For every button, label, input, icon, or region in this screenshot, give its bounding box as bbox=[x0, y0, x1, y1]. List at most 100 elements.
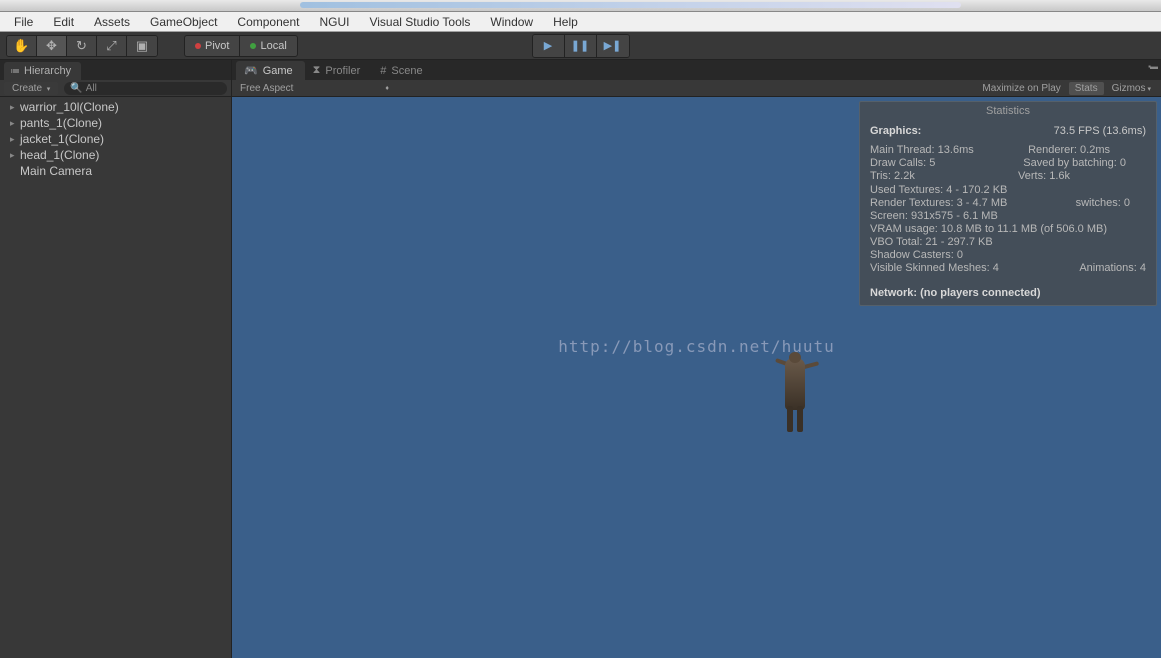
game-icon: 🎮 bbox=[244, 64, 258, 77]
hierarchy-icon: ≔ bbox=[10, 66, 20, 77]
menu-edit[interactable]: Edit bbox=[43, 13, 84, 31]
pivot-group: Pivot Local bbox=[184, 35, 298, 57]
item-label: Main Camera bbox=[20, 164, 92, 178]
aspect-dropdown[interactable]: Free Aspect ♦ bbox=[236, 83, 393, 94]
menu-gameobject[interactable]: GameObject bbox=[140, 13, 227, 31]
tris: Tris: 2.2k bbox=[870, 170, 915, 183]
item-label: head_1(Clone) bbox=[20, 148, 99, 162]
pivot-label: Pivot bbox=[205, 40, 229, 52]
hand-icon: ✋ bbox=[13, 38, 29, 54]
hierarchy-tab-label: Hierarchy bbox=[24, 65, 71, 77]
menu-vstools[interactable]: Visual Studio Tools bbox=[359, 13, 480, 31]
menu-ngui[interactable]: NGUI bbox=[309, 13, 359, 31]
batching: Saved by batching: 0 bbox=[1023, 157, 1126, 170]
expand-icon[interactable]: ▸ bbox=[10, 118, 20, 129]
play-button[interactable]: ▶ bbox=[533, 35, 565, 57]
rect-icon: ▣ bbox=[136, 38, 148, 54]
search-placeholder: All bbox=[86, 83, 97, 94]
stats-title: Statistics bbox=[860, 102, 1156, 120]
skinned-meshes: Visible Skinned Meshes: 4 bbox=[870, 262, 999, 275]
local-label: Local bbox=[260, 40, 286, 52]
item-label: warrior_10l(Clone) bbox=[20, 100, 119, 114]
scale-icon: ⤢ bbox=[106, 38, 116, 54]
tab-label: Profiler bbox=[325, 65, 360, 77]
hierarchy-item[interactable]: ▸warrior_10l(Clone) bbox=[0, 99, 231, 115]
hierarchy-search[interactable]: 🔍 All bbox=[64, 82, 227, 95]
expand-icon[interactable]: ▸ bbox=[10, 102, 20, 113]
item-label: pants_1(Clone) bbox=[20, 116, 102, 130]
title-bar bbox=[0, 0, 1161, 12]
switches: switches: 0 bbox=[1076, 197, 1130, 210]
menu-assets[interactable]: Assets bbox=[84, 13, 140, 31]
pause-button[interactable]: ❚❚ bbox=[565, 35, 597, 57]
expand-icon[interactable]: ▸ bbox=[10, 134, 20, 145]
menu-bar: File Edit Assets GameObject Component NG… bbox=[0, 12, 1161, 32]
animations: Animations: 4 bbox=[1079, 262, 1146, 275]
local-button[interactable]: Local bbox=[240, 36, 296, 56]
pivot-button[interactable]: Pivot bbox=[185, 36, 240, 56]
game-toolbar-right: Maximize on Play Stats Gizmos▾ bbox=[976, 82, 1157, 95]
step-icon: ▶❚ bbox=[604, 39, 622, 52]
main-thread: Main Thread: 13.6ms bbox=[870, 144, 974, 157]
menu-window[interactable]: Window bbox=[480, 13, 543, 31]
hierarchy-tab[interactable]: ≔ Hierarchy bbox=[4, 62, 81, 80]
hierarchy-item[interactable]: ▸jacket_1(Clone) bbox=[0, 131, 231, 147]
maximize-button[interactable]: Maximize on Play bbox=[976, 82, 1066, 95]
tab-label: Game bbox=[263, 65, 293, 77]
tab-profiler[interactable]: ⧗Profiler bbox=[305, 61, 373, 80]
menu-file[interactable]: File bbox=[4, 13, 43, 31]
game-panel: 🎮 Game ⧗Profiler # Scene ▪▬ Free Aspect ♦ … bbox=[232, 60, 1161, 658]
expand-icon[interactable]: ▸ bbox=[10, 150, 20, 161]
character-model bbox=[771, 352, 819, 434]
gizmos-button[interactable]: Gizmos▾ bbox=[1106, 82, 1157, 95]
hierarchy-item[interactable]: Main Camera bbox=[0, 163, 231, 179]
menu-component[interactable]: Component bbox=[227, 13, 309, 31]
scale-tool[interactable]: ⤢ bbox=[97, 36, 127, 56]
game-viewport[interactable]: http://blog.csdn.net/huutu ↖ Statistics … bbox=[232, 97, 1161, 658]
stats-panel: Statistics Graphics: 73.5 FPS (13.6ms) M… bbox=[859, 101, 1157, 306]
scene-icon: # bbox=[380, 65, 386, 77]
shadow-casters: Shadow Casters: 0 bbox=[870, 249, 1146, 262]
game-toolbar: Free Aspect ♦ Maximize on Play Stats Giz… bbox=[232, 80, 1161, 97]
main-area: ≔ Hierarchy ▪▬ Create ▾ 🔍 All ▸warrior_1… bbox=[0, 60, 1161, 658]
panel-menu-icon[interactable]: ▪▬ bbox=[1148, 62, 1157, 71]
search-icon: 🔍 bbox=[70, 83, 82, 94]
local-icon bbox=[250, 43, 256, 49]
dropdown-icon: ▾ bbox=[47, 86, 51, 93]
play-controls: ▶ ❚❚ ▶❚ bbox=[532, 34, 630, 58]
create-button[interactable]: Create ▾ bbox=[4, 82, 58, 95]
toolbar: ✋ ✥ ↻ ⤢ ▣ Pivot Local ▶ ❚❚ ▶❚ bbox=[0, 32, 1161, 60]
menu-help[interactable]: Help bbox=[543, 13, 588, 31]
hierarchy-tab-bar: ≔ Hierarchy ▪▬ bbox=[0, 60, 231, 80]
fps-value: 73.5 FPS (13.6ms) bbox=[1054, 124, 1146, 138]
step-button[interactable]: ▶❚ bbox=[597, 35, 629, 57]
pivot-icon bbox=[195, 43, 201, 49]
hierarchy-toolbar: Create ▾ 🔍 All bbox=[0, 80, 231, 97]
dropdown-icon: ▾ bbox=[1147, 86, 1151, 93]
stats-body: Graphics: 73.5 FPS (13.6ms) Main Thread:… bbox=[860, 120, 1156, 283]
hand-tool[interactable]: ✋ bbox=[7, 36, 37, 56]
hierarchy-item[interactable]: ▸head_1(Clone) bbox=[0, 147, 231, 163]
aspect-label: Free Aspect bbox=[240, 83, 293, 94]
rotate-tool[interactable]: ↻ bbox=[67, 36, 97, 56]
verts: Verts: 1.6k bbox=[1018, 170, 1070, 183]
dropdown-icon: ♦ bbox=[385, 85, 389, 92]
hierarchy-panel: ≔ Hierarchy ▪▬ Create ▾ 🔍 All ▸warrior_1… bbox=[0, 60, 232, 658]
game-tabs: 🎮 Game ⧗Profiler # Scene ▪▬ bbox=[232, 60, 1161, 80]
graphics-label: Graphics: bbox=[870, 124, 921, 138]
rotate-icon: ↻ bbox=[76, 38, 87, 54]
tab-game[interactable]: 🎮 Game bbox=[236, 61, 305, 80]
tab-scene[interactable]: # Scene bbox=[372, 62, 434, 80]
tab-label: Scene bbox=[391, 65, 422, 77]
renderer-time: Renderer: 0.2ms bbox=[1028, 144, 1110, 157]
rect-tool[interactable]: ▣ bbox=[127, 36, 157, 56]
pause-icon: ❚❚ bbox=[571, 39, 589, 52]
hierarchy-list: ▸warrior_10l(Clone) ▸pants_1(Clone) ▸jac… bbox=[0, 97, 231, 658]
render-textures: Render Textures: 3 - 4.7 MB bbox=[870, 197, 1007, 210]
create-label: Create bbox=[12, 83, 42, 94]
stats-button[interactable]: Stats bbox=[1069, 82, 1104, 95]
hierarchy-item[interactable]: ▸pants_1(Clone) bbox=[0, 115, 231, 131]
network-status: Network: (no players connected) bbox=[860, 283, 1156, 305]
move-tool[interactable]: ✥ bbox=[37, 36, 67, 56]
draw-calls: Draw Calls: 5 bbox=[870, 157, 935, 170]
